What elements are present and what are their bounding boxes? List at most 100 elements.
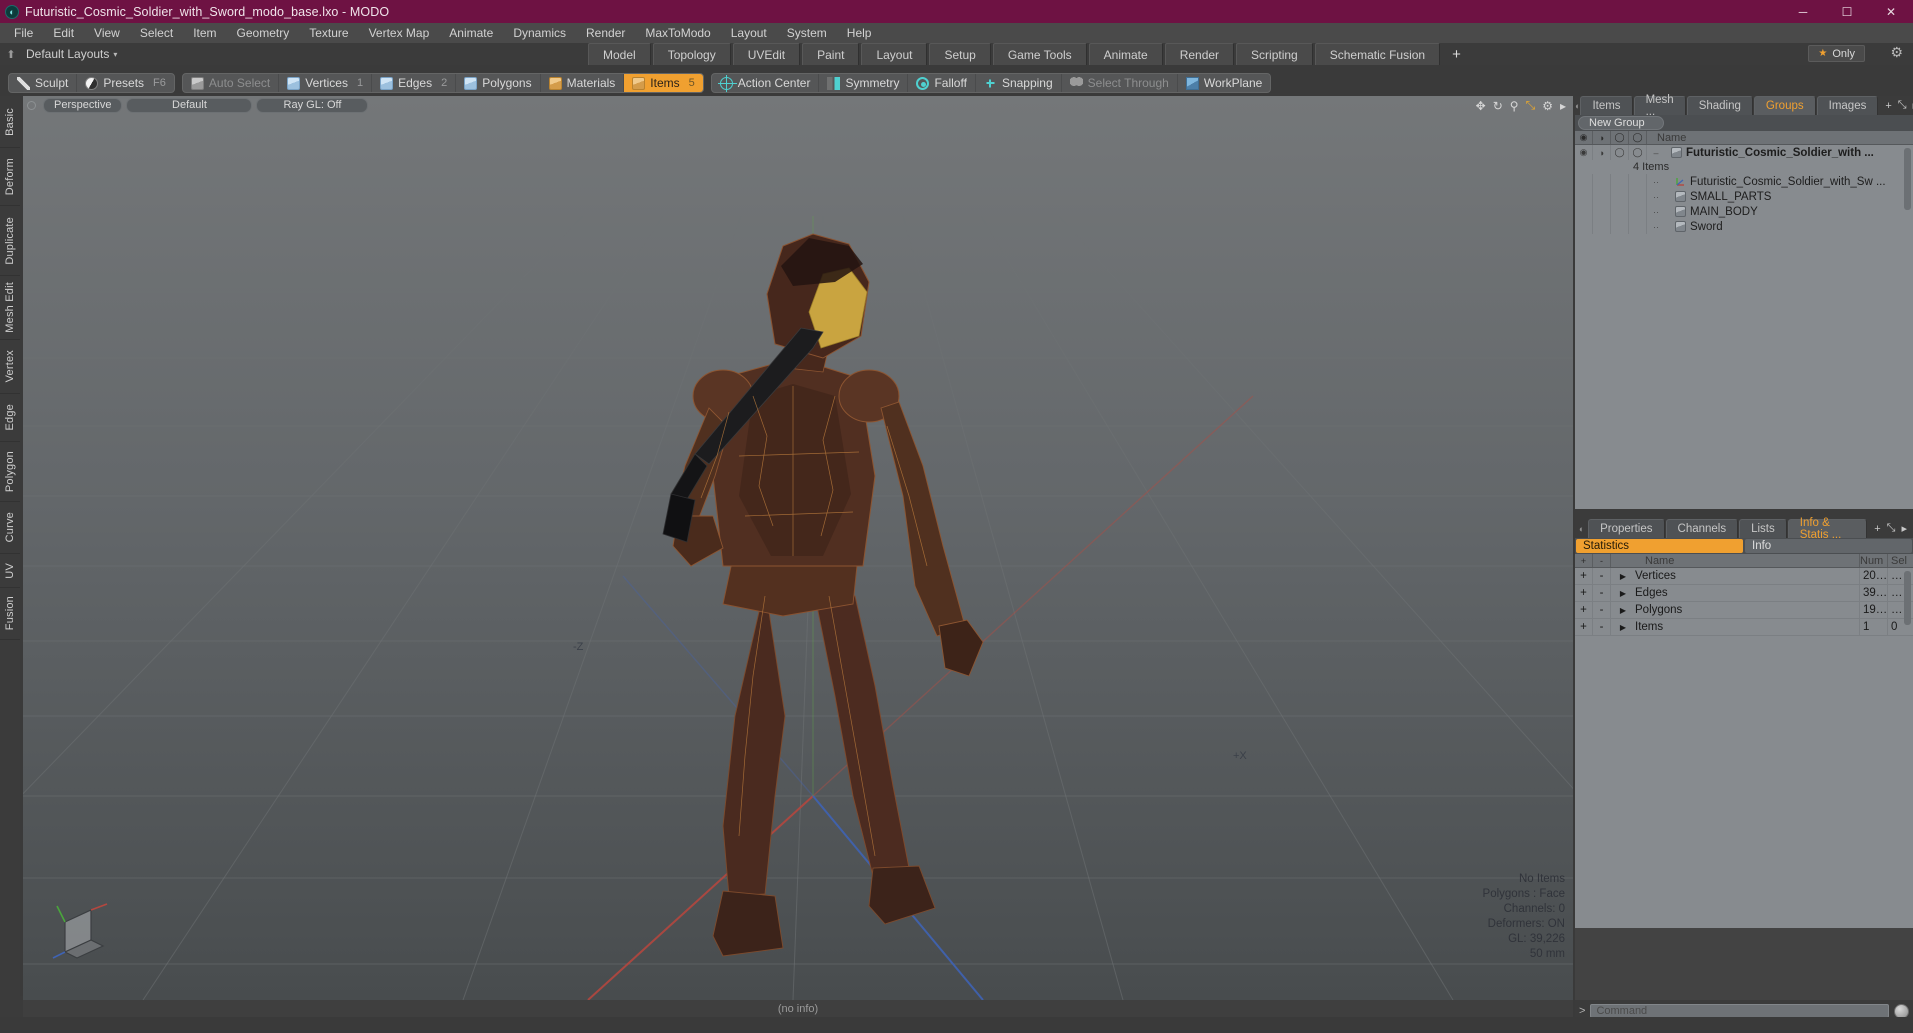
- row-visible-eye-icon[interactable]: [1575, 189, 1593, 204]
- stats-add-button[interactable]: +: [1575, 568, 1593, 584]
- command-input[interactable]: Command: [1590, 1004, 1889, 1018]
- stats-expander-icon[interactable]: ▶: [1611, 602, 1635, 618]
- menu-item-view[interactable]: View: [84, 23, 130, 43]
- panel-menu-icon-2[interactable]: ◐: [1575, 519, 1588, 538]
- stats-expander-icon[interactable]: ▶: [1611, 568, 1635, 584]
- row-wireframe-icon[interactable]: [1629, 204, 1647, 219]
- row-lock-icon[interactable]: [1611, 219, 1629, 234]
- menu-item-vertex-map[interactable]: Vertex Map: [359, 23, 440, 43]
- menu-item-select[interactable]: Select: [130, 23, 183, 43]
- menu-item-dynamics[interactable]: Dynamics: [503, 23, 576, 43]
- layout-up-arrow-icon[interactable]: ⬆: [0, 48, 22, 61]
- visible-eye-icon[interactable]: ◉: [1575, 131, 1593, 144]
- new-group-field[interactable]: New Group: [1578, 116, 1664, 130]
- panel-divider[interactable]: [1575, 509, 1913, 519]
- row-visible-eye-icon[interactable]: [1575, 174, 1593, 189]
- menu-item-maxtomodo[interactable]: MaxToModo: [635, 23, 720, 43]
- close-button[interactable]: ✕: [1869, 0, 1913, 23]
- stats-row[interactable]: + - ▶ Items 1 0: [1575, 619, 1913, 636]
- row-render-icon[interactable]: [1593, 204, 1611, 219]
- stats-list-scrollbar[interactable]: [1904, 571, 1911, 625]
- chevron-down-icon[interactable]: ▾: [113, 50, 117, 59]
- panel-tab-shading[interactable]: Shading: [1686, 96, 1753, 115]
- view-mode-dropdown[interactable]: Perspective: [43, 97, 123, 113]
- left-tab-basic[interactable]: Basic: [0, 96, 20, 148]
- menu-item-help[interactable]: Help: [837, 23, 882, 43]
- layout-tab-animate[interactable]: Animate: [1088, 43, 1163, 65]
- panel-tab-channels[interactable]: Channels: [1665, 519, 1739, 538]
- menu-item-system[interactable]: System: [777, 23, 837, 43]
- stats-remove-button[interactable]: -: [1593, 568, 1611, 584]
- group-list-item[interactable]: ·· Sword: [1575, 219, 1913, 234]
- stats-expander-icon[interactable]: ▶: [1611, 619, 1635, 635]
- panel-tab-mesh[interactable]: Mesh ...: [1633, 94, 1686, 118]
- viewport-3d[interactable]: Perspective Default Ray GL: Off ✥ ↻ ⚲ ⤡ ⚙ ▸ -…: [23, 96, 1573, 1000]
- tool-select-through[interactable]: Select Through: [1062, 74, 1178, 92]
- panel-tab-groups[interactable]: Groups: [1753, 96, 1816, 115]
- row-wireframe-icon[interactable]: [1629, 189, 1647, 204]
- panel-tab-lists[interactable]: Lists: [1739, 519, 1787, 538]
- tree-expander[interactable]: ··: [1647, 222, 1665, 232]
- panel-tab-images[interactable]: Images: [1816, 96, 1879, 115]
- group-list-scrollbar[interactable]: [1904, 148, 1911, 210]
- shading-mode-dropdown[interactable]: Default: [126, 97, 253, 113]
- stats-remove-button[interactable]: -: [1593, 602, 1611, 618]
- menu-item-texture[interactable]: Texture: [299, 23, 358, 43]
- group-list-item[interactable]: ·· SMALL_PARTS: [1575, 189, 1913, 204]
- left-tab-fusion[interactable]: Fusion: [0, 588, 20, 640]
- row-wireframe-icon[interactable]: [1629, 219, 1647, 234]
- menu-item-geometry[interactable]: Geometry: [227, 23, 300, 43]
- left-tab-deform[interactable]: Deform: [0, 148, 20, 206]
- viewport-settings-icon[interactable]: ⚙: [1542, 99, 1553, 113]
- tool-edges[interactable]: Edges 2: [372, 74, 457, 92]
- tool-presets[interactable]: Presets F6: [77, 74, 174, 92]
- rotate-view-icon[interactable]: ↻: [1493, 99, 1503, 113]
- add-panel-icon-2[interactable]: +: [1874, 523, 1880, 535]
- tree-expander[interactable]: ··: [1647, 177, 1665, 187]
- tool-action-center[interactable]: Action Center: [712, 74, 820, 92]
- viewport-menu-icon[interactable]: ▸: [1560, 99, 1566, 113]
- row-render-icon[interactable]: [1593, 189, 1611, 204]
- tool-falloff[interactable]: Falloff: [908, 74, 976, 92]
- stats-subtab-info[interactable]: Info: [1745, 539, 1912, 553]
- row-visible-eye-icon[interactable]: [1575, 219, 1593, 234]
- default-layouts-label[interactable]: Default Layouts: [22, 47, 109, 61]
- layout-tab-render[interactable]: Render: [1164, 43, 1235, 65]
- row-lock-icon[interactable]: [1611, 204, 1629, 219]
- tool-items[interactable]: Items 5: [624, 74, 703, 92]
- viewport-menu-dot-icon[interactable]: [27, 100, 36, 110]
- layout-tab-topology[interactable]: Topology: [652, 43, 731, 65]
- stats-add-button[interactable]: +: [1575, 602, 1593, 618]
- system-gear-icon[interactable]: ⚙: [1890, 44, 1903, 61]
- expand-panel-icon-2[interactable]: ⤡: [1887, 522, 1896, 535]
- menu-item-edit[interactable]: Edit: [43, 23, 84, 43]
- stats-add-button[interactable]: +: [1575, 619, 1593, 635]
- stats-remove-button[interactable]: -: [1593, 619, 1611, 635]
- row-visible-eye-icon[interactable]: [1575, 204, 1593, 219]
- tool-auto-select[interactable]: Auto Select: [183, 74, 280, 92]
- menu-item-layout[interactable]: Layout: [721, 23, 777, 43]
- wireframe-icon[interactable]: ◯: [1629, 131, 1647, 144]
- menu-item-render[interactable]: Render: [576, 23, 635, 43]
- layout-tab-game-tools[interactable]: Game Tools: [992, 43, 1087, 65]
- zoom-view-icon[interactable]: ⚲: [1510, 99, 1519, 113]
- tool-vertices[interactable]: Vertices 1: [279, 74, 373, 92]
- row-lock-icon[interactable]: ◯: [1611, 145, 1629, 160]
- layout-tab-layout[interactable]: Layout: [861, 43, 928, 65]
- row-lock-icon[interactable]: [1611, 189, 1629, 204]
- tool-snapping[interactable]: Snapping: [976, 74, 1062, 92]
- raygl-toggle[interactable]: Ray GL: Off: [256, 97, 369, 113]
- axis-gizmo[interactable]: [51, 900, 113, 962]
- row-render-icon[interactable]: [1593, 174, 1611, 189]
- panel-tab-items[interactable]: Items: [1580, 96, 1633, 115]
- stats-row[interactable]: + - ▶ Polygons 19……: [1575, 602, 1913, 619]
- left-tab-curve[interactable]: Curve: [0, 502, 20, 554]
- tree-expander[interactable]: ··: [1647, 207, 1665, 217]
- menu-item-file[interactable]: File: [4, 23, 43, 43]
- left-tab-edge[interactable]: Edge: [0, 394, 20, 442]
- row-visible-eye-icon[interactable]: ◉: [1575, 145, 1593, 160]
- only-toggle[interactable]: ★ Only: [1808, 45, 1865, 62]
- name-column-header[interactable]: Name: [1647, 131, 1913, 144]
- group-list-item[interactable]: ·· MAIN_BODY: [1575, 204, 1913, 219]
- left-tab-duplicate[interactable]: Duplicate: [0, 206, 20, 276]
